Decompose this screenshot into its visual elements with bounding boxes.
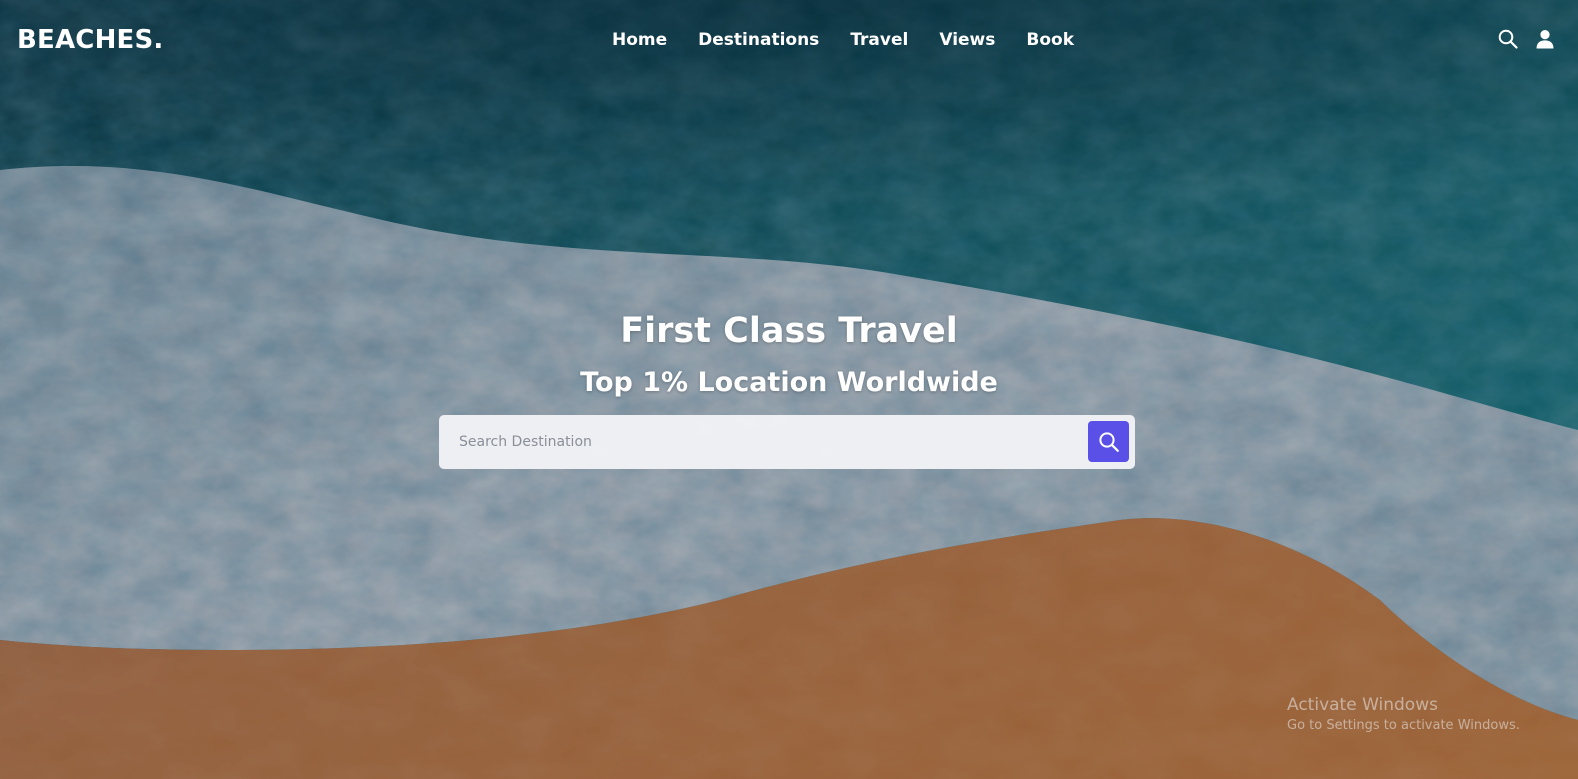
watermark-subtitle: Go to Settings to activate Windows.: [1287, 718, 1520, 733]
search-icon: [1098, 431, 1119, 452]
header-search-button[interactable]: [1497, 28, 1519, 50]
destination-search-bar: [439, 415, 1135, 469]
main-nav: Home Destinations Travel Views Book: [612, 28, 1074, 52]
nav-item-views[interactable]: Views: [939, 28, 995, 52]
brand-logo[interactable]: BEACHES.: [17, 22, 164, 58]
destination-search-input[interactable]: [439, 415, 1079, 469]
user-icon: [1536, 30, 1554, 49]
hero-title: First Class Travel: [620, 311, 958, 351]
hero-section: BEACHES. Home Destinations Travel Views …: [0, 0, 1578, 779]
nav-item-home[interactable]: Home: [612, 28, 667, 52]
nav-item-book[interactable]: Book: [1026, 28, 1074, 52]
top-navigation-bar: BEACHES. Home Destinations Travel Views …: [0, 0, 1578, 80]
watermark-title: Activate Windows: [1287, 695, 1438, 715]
hero-subtitle: Top 1% Location Worldwide: [580, 367, 998, 398]
header-user-button[interactable]: [1534, 28, 1556, 50]
nav-item-travel[interactable]: Travel: [850, 28, 908, 52]
search-icon: [1498, 29, 1518, 49]
destination-search-button[interactable]: [1088, 421, 1129, 462]
nav-item-destinations[interactable]: Destinations: [698, 28, 819, 52]
windows-activation-watermark: Activate Windows Go to Settings to activ…: [1287, 693, 1520, 735]
